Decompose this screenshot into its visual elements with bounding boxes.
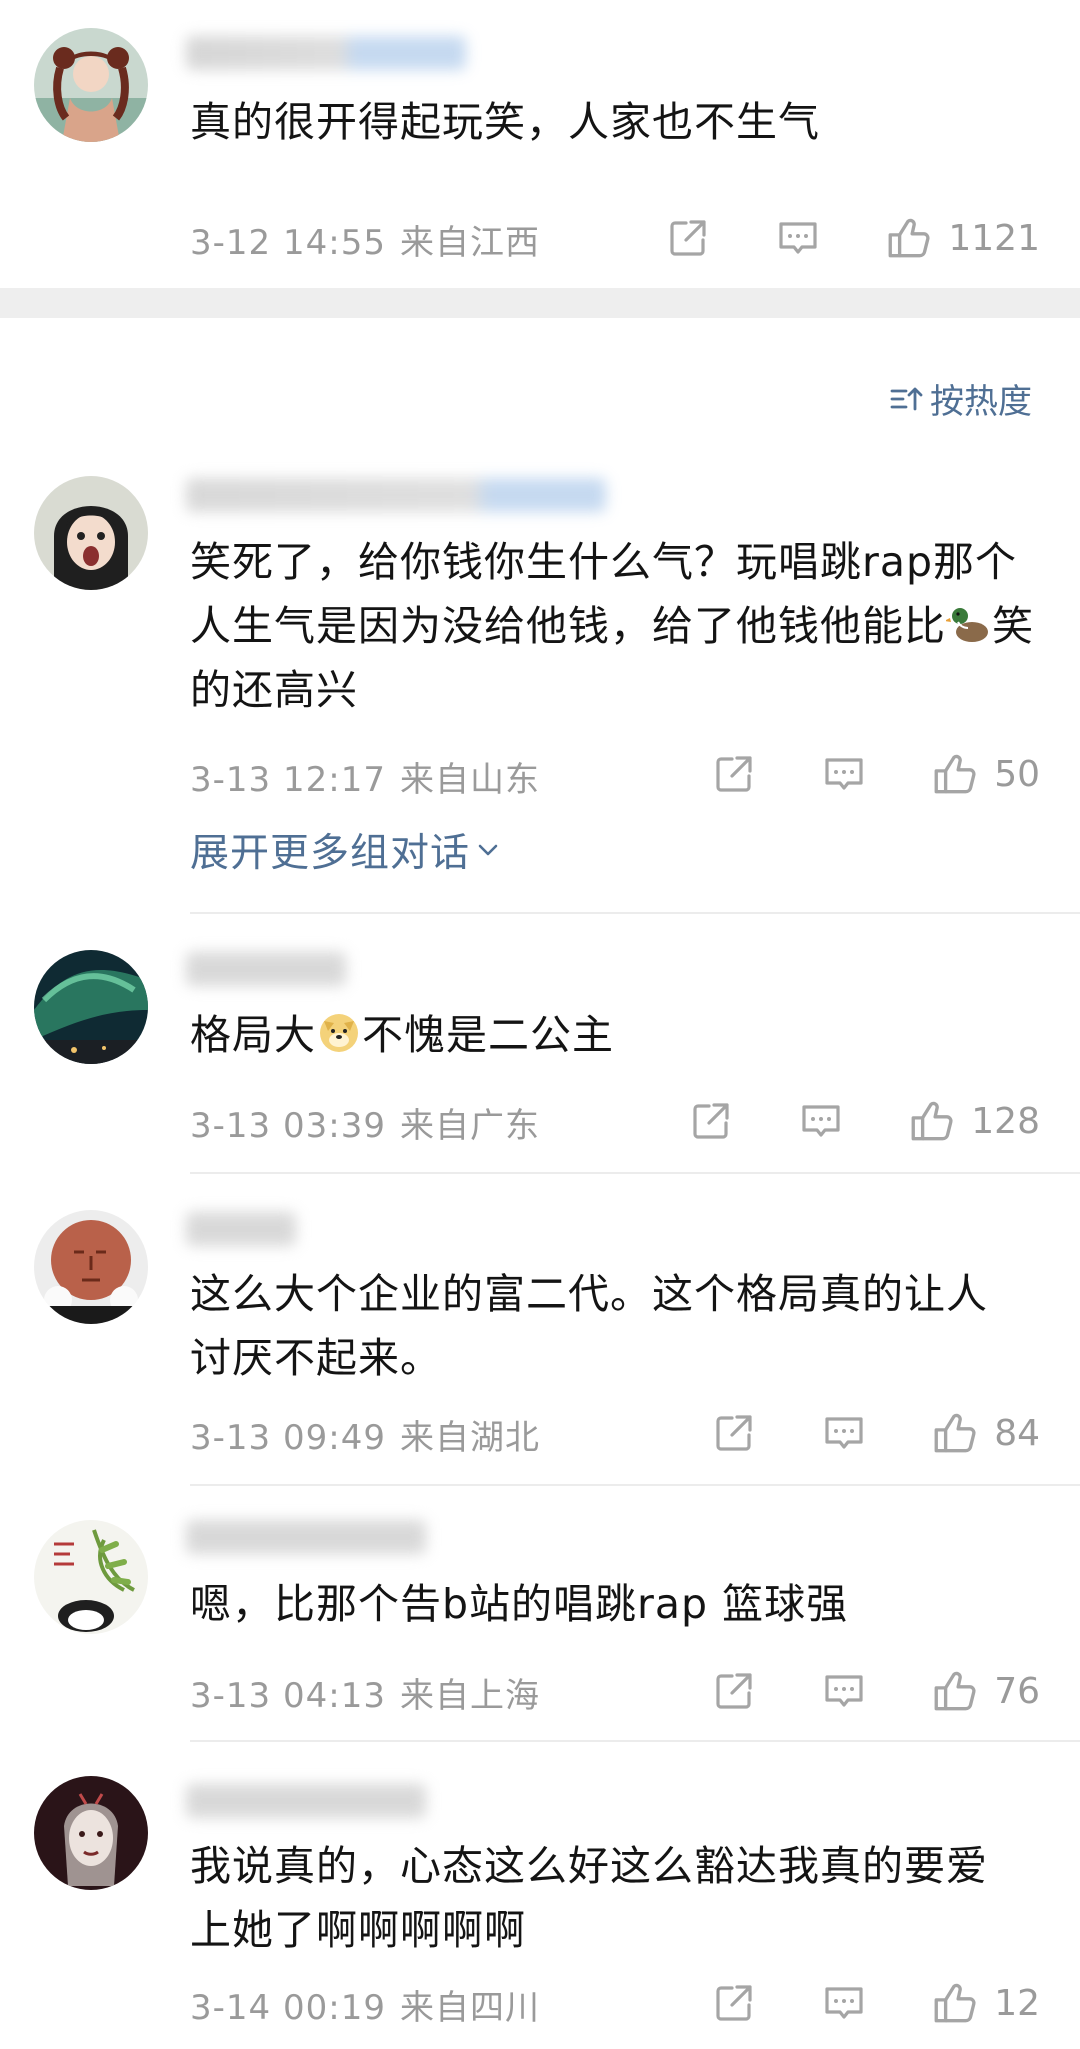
comment-meta: 3-13 12:17 来自山东 — [190, 752, 540, 801]
share-button[interactable] — [687, 1097, 735, 1145]
expand-conversations-link[interactable]: 展开更多组对话 — [190, 822, 502, 878]
comment-meta: 3-13 04:13 来自上海 — [190, 1668, 540, 1717]
sort-toggle[interactable]: 按热度 — [888, 374, 1032, 423]
comment-date: 3-13 04:13 — [190, 1676, 386, 1716]
reply-button[interactable] — [797, 1097, 845, 1145]
username[interactable] — [186, 952, 346, 986]
divider — [190, 912, 1080, 914]
duck-emoji — [946, 608, 988, 642]
like-button[interactable]: 50 — [930, 749, 1040, 799]
comment-meta: 3-13 09:49 来自湖北 — [190, 1410, 540, 1459]
expand-label: 展开更多组对话 — [190, 831, 471, 876]
comment-location: 来自四川 — [399, 1988, 540, 2028]
chevron-down-icon — [478, 844, 498, 856]
username[interactable] — [186, 1784, 426, 1818]
like-button[interactable]: 1121 — [884, 213, 1040, 263]
avatar[interactable] — [34, 1210, 148, 1324]
comment-icon — [820, 1979, 868, 2027]
thumbs-up-icon — [884, 213, 934, 263]
comment-date: 3-13 12:17 — [190, 760, 386, 800]
like-count: 128 — [971, 1100, 1040, 1142]
like-count: 84 — [994, 1412, 1040, 1454]
comment-text: 笑死了，给你钱你生什么气？玩唱跳rap那个人生气是因为没给他钱，给了他钱他能比笑… — [190, 538, 1034, 714]
divider — [190, 1740, 1080, 1742]
thumbs-up-icon — [930, 1408, 980, 1458]
share-icon — [710, 1667, 758, 1715]
like-button[interactable]: 76 — [930, 1666, 1040, 1716]
reply-button[interactable] — [774, 214, 822, 262]
comment-text: 我说真的，心态这么好这么豁达我真的要爱上她了啊啊啊啊啊 — [190, 1842, 988, 1954]
share-icon — [664, 214, 712, 262]
comment-date: 3-13 09:49 — [190, 1418, 386, 1458]
share-icon — [687, 1097, 735, 1145]
comment-icon — [820, 750, 868, 798]
share-button[interactable] — [710, 1979, 758, 2027]
share-button[interactable] — [664, 214, 712, 262]
comment-date: 3-14 00:19 — [190, 1988, 386, 2028]
avatar[interactable] — [34, 476, 148, 590]
comment-icon — [774, 214, 822, 262]
like-count: 12 — [994, 1982, 1040, 2024]
comment-icon — [797, 1097, 845, 1145]
share-button[interactable] — [710, 1667, 758, 1715]
comment-location: 来自江西 — [399, 223, 540, 263]
comment-location: 来自湖北 — [399, 1418, 540, 1458]
reply-button[interactable] — [820, 1409, 868, 1457]
comment-location: 来自山东 — [399, 760, 540, 800]
doge-emoji — [320, 1014, 358, 1052]
avatar[interactable] — [34, 950, 148, 1064]
like-button[interactable]: 84 — [930, 1408, 1040, 1458]
like-button[interactable]: 12 — [930, 1978, 1040, 2028]
thumbs-up-icon — [930, 1978, 980, 2028]
avatar[interactable] — [34, 1520, 148, 1634]
avatar[interactable] — [34, 28, 148, 142]
share-button[interactable] — [710, 1409, 758, 1457]
username[interactable] — [186, 1212, 296, 1246]
comment-icon — [820, 1409, 868, 1457]
comment-meta: 3-14 00:19 来自四川 — [190, 1980, 540, 2029]
section-separator — [0, 288, 1080, 318]
comment-icon — [820, 1667, 868, 1715]
comment-text: 真的很开得起玩笑，人家也不生气 — [190, 98, 820, 146]
comment-text: 这么大个企业的富二代。这个格局真的让人讨厌不起来。 — [190, 1270, 988, 1382]
share-icon — [710, 750, 758, 798]
comment-date: 3-12 14:55 — [190, 223, 386, 263]
comment-location: 来自上海 — [399, 1676, 540, 1716]
divider — [190, 1172, 1080, 1174]
comment-text: 嗯，比那个告b站的唱跳rap 篮球强 — [190, 1580, 849, 1628]
username[interactable] — [186, 1520, 426, 1554]
username[interactable] — [186, 478, 606, 512]
thumbs-up-icon — [930, 749, 980, 799]
username[interactable] — [186, 36, 466, 70]
reply-button[interactable] — [820, 750, 868, 798]
divider — [190, 1484, 1080, 1486]
like-count: 76 — [994, 1670, 1040, 1712]
reply-button[interactable] — [820, 1667, 868, 1715]
thumbs-up-icon — [930, 1666, 980, 1716]
share-button[interactable] — [710, 750, 758, 798]
thumbs-up-icon — [907, 1096, 957, 1146]
sort-icon — [890, 387, 923, 410]
comment-text: 格局大 不愧是二公主 — [190, 1011, 614, 1059]
comment-meta: 3-13 03:39 来自广东 — [190, 1098, 540, 1147]
share-icon — [710, 1979, 758, 2027]
comment-meta: 3-12 14:55 来自江西 — [190, 215, 540, 264]
share-icon — [710, 1409, 758, 1457]
reply-button[interactable] — [820, 1979, 868, 2027]
like-button[interactable]: 128 — [907, 1096, 1040, 1146]
like-count: 1121 — [948, 217, 1040, 259]
avatar[interactable] — [34, 1776, 148, 1890]
sort-label: 按热度 — [930, 382, 1032, 422]
like-count: 50 — [994, 753, 1040, 795]
comment-location: 来自广东 — [399, 1106, 540, 1146]
comment-date: 3-13 03:39 — [190, 1106, 386, 1146]
